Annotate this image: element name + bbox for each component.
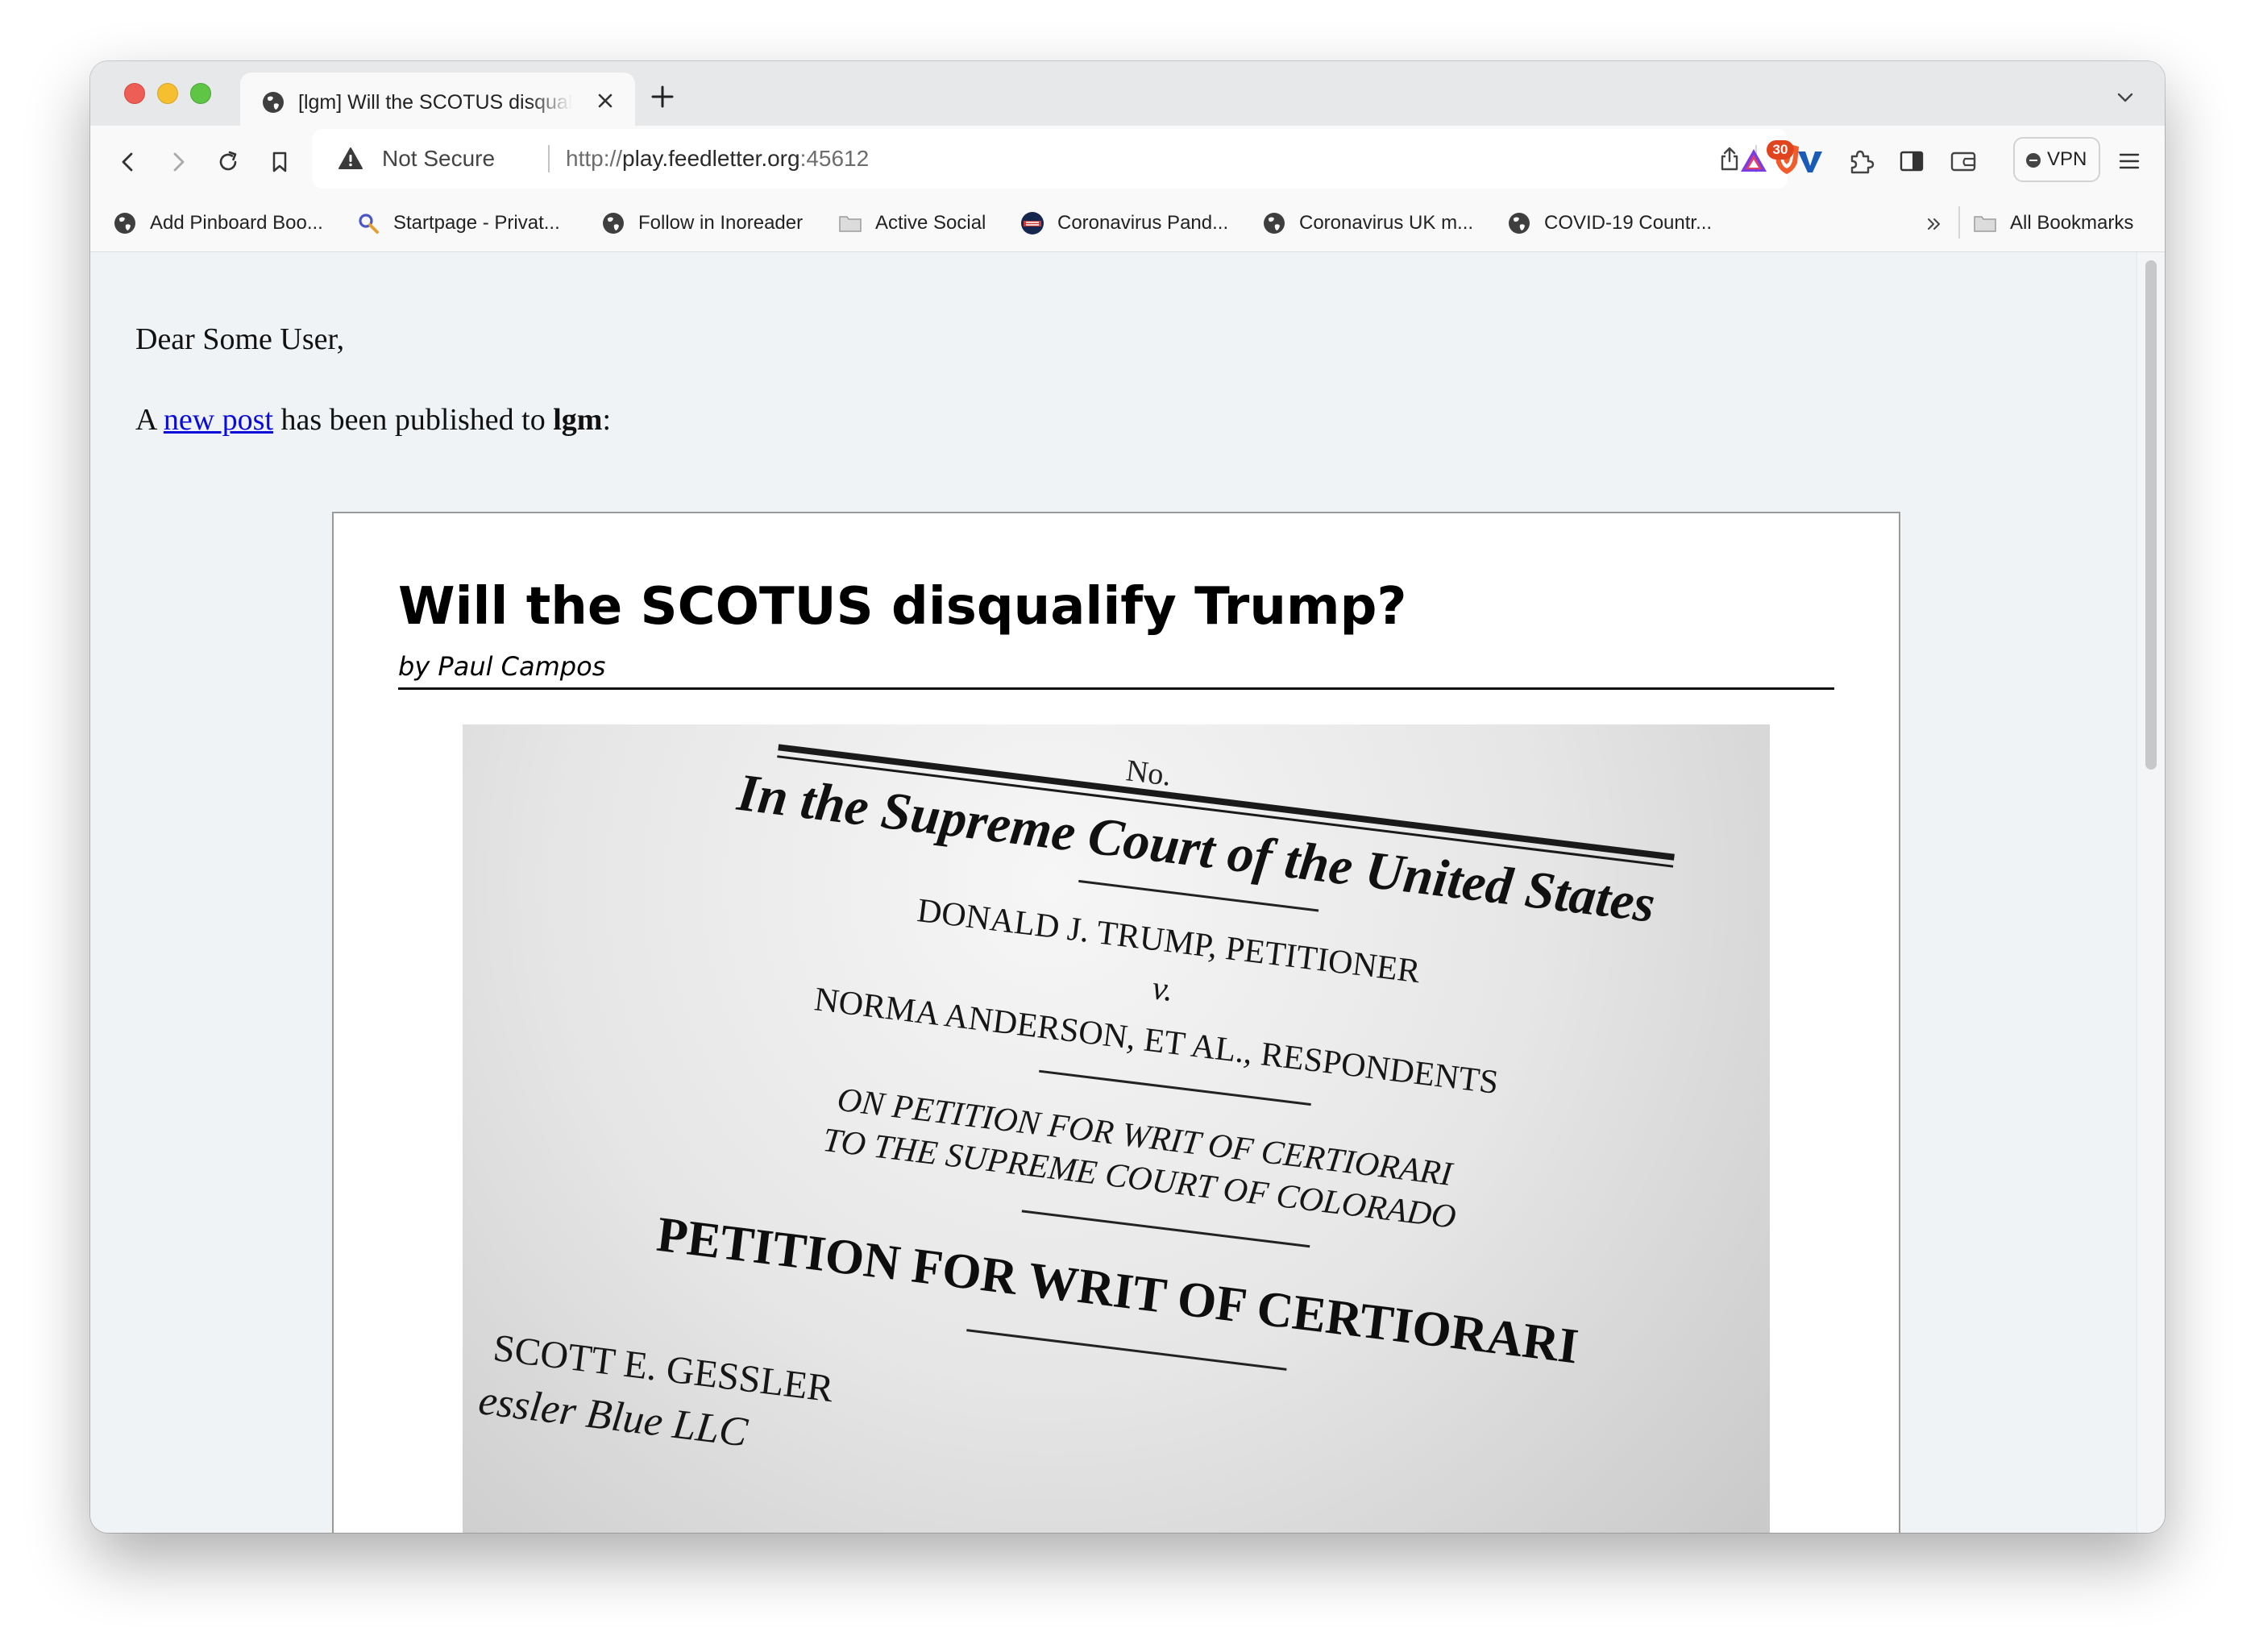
globe-icon (114, 213, 135, 234)
menu-icon[interactable] (2116, 148, 2142, 174)
bookmark-label: Coronavirus Pand... (1057, 212, 1229, 234)
post-image: No. In the Supreme Court of the United S… (463, 724, 1770, 1533)
sidebar-icon[interactable] (1896, 145, 1928, 177)
bookmark-label: COVID-19 Countr... (1544, 212, 1713, 234)
petition-rule (1021, 1210, 1310, 1248)
close-window-button[interactable] (124, 83, 145, 104)
bookmark-label: Active Social (875, 212, 986, 234)
vpn-button[interactable]: VPN (2013, 137, 2100, 182)
address-bar[interactable]: Not Secure http://play.feedletter.org:45… (313, 129, 1799, 189)
minimize-window-button[interactable] (157, 83, 178, 104)
url-port: :45612 (799, 146, 870, 171)
chevron-double-right-icon[interactable] (1925, 214, 1944, 234)
post-card: Will the SCOTUS disqualify Trump? by Pau… (332, 512, 1900, 1533)
security-label[interactable]: Not Secure (382, 143, 495, 174)
bookmark-icon[interactable] (266, 148, 293, 176)
tab-active[interactable]: [lgm] Will the SCOTUS disqualify Trump? (240, 73, 635, 127)
reload-icon[interactable] (214, 148, 242, 176)
respondents-rule (1039, 1069, 1311, 1106)
new-tab-icon[interactable] (650, 84, 675, 110)
folder-icon (839, 216, 862, 232)
rewards-badge: 30 (1767, 140, 1794, 160)
title-rule-lower (966, 1329, 1287, 1371)
folder-icon (1974, 216, 1996, 232)
new-post-link[interactable]: new post (164, 403, 273, 437)
wallet-icon[interactable] (1947, 145, 1979, 177)
url-divider (548, 145, 550, 172)
globe-icon (1509, 213, 1530, 234)
vertical-scrollbar[interactable] (2137, 252, 2165, 1533)
url-text[interactable]: http://play.feedletter.org:45612 (566, 143, 869, 174)
zoom-window-button[interactable] (190, 83, 211, 104)
forward-icon[interactable] (164, 148, 192, 176)
versus-line: v. (1150, 969, 1175, 1009)
scrollbar-thumb[interactable] (2145, 260, 2157, 770)
intro-text: : (602, 403, 612, 437)
warning-icon[interactable] (337, 145, 364, 172)
toolbar: Not Secure http://play.feedletter.org:45… (90, 126, 2165, 195)
brave-rewards-icon[interactable] (1738, 145, 1770, 177)
chevron-down-icon[interactable] (2115, 87, 2136, 108)
bookmarks-bar: Add Pinboard Boo... Startpage - Privat..… (90, 195, 2165, 252)
title-rule (398, 687, 1834, 690)
browser-window: [lgm] Will the SCOTUS disqualify Trump? (90, 61, 2165, 1533)
tab-title: [lgm] Will the SCOTUS disqualify Trump? (298, 91, 572, 114)
post-title: Will the SCOTUS disqualify Trump? (398, 577, 1407, 637)
bookmark-label: Add Pinboard Boo... (150, 212, 323, 234)
vpn-label: VPN (2047, 148, 2087, 170)
no-label: No. (1124, 753, 1173, 793)
feed-name: lgm (553, 403, 603, 437)
data-icon (1021, 212, 1044, 235)
intro-text: A (135, 403, 164, 437)
back-icon[interactable] (114, 148, 142, 176)
intro-text: has been published to (273, 403, 554, 437)
bookmarks-divider (1958, 206, 1960, 239)
globe-icon (603, 213, 624, 234)
email-greeting: Dear Some User, (135, 322, 345, 356)
close-tab-icon[interactable] (593, 89, 617, 113)
url-host: play.feedletter.org (622, 146, 800, 171)
email-intro: A new post has been published to lgm: (135, 402, 611, 438)
bookmark-label: Follow in Inoreader (638, 212, 804, 234)
magnifier-icon (359, 214, 379, 234)
globe-icon (263, 92, 284, 113)
puzzle-icon[interactable] (1844, 145, 1876, 177)
bookmark-label: Coronavirus UK m... (1299, 212, 1474, 234)
post-byline: by Paul Campos (398, 651, 606, 682)
tab-strip: [lgm] Will the SCOTUS disqualify Trump? (90, 61, 2165, 127)
bookmark-label: All Bookmarks (2010, 212, 2134, 234)
url-scheme: http:// (566, 146, 623, 171)
page-content: Dear Some User, A new post has been publ… (90, 252, 2165, 1533)
globe-icon (1264, 213, 1285, 234)
document-photo: No. In the Supreme Court of the United S… (476, 744, 1675, 1456)
vpn-status-icon (2026, 153, 2041, 168)
bookmark-label: Startpage - Privat... (393, 212, 560, 234)
inoreader-extension-icon[interactable] (1794, 145, 1826, 177)
